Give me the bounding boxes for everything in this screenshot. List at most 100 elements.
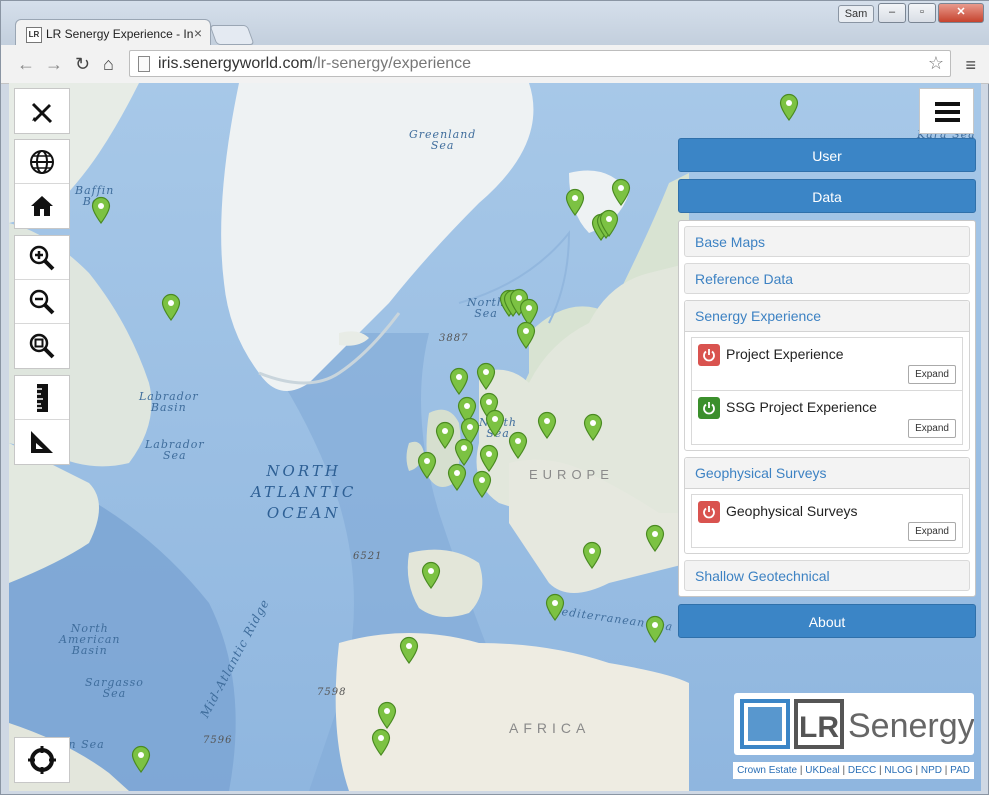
map-marker-icon[interactable] <box>537 411 557 439</box>
ruler-button[interactable] <box>15 376 69 420</box>
ruler-icon <box>37 383 48 412</box>
zoom-out-button[interactable] <box>15 280 69 324</box>
attribution-link[interactable]: PAD <box>950 765 970 776</box>
map-marker-icon[interactable] <box>545 593 565 621</box>
section-base-maps[interactable]: Base Maps <box>684 226 970 257</box>
edit-draw-icon <box>31 102 53 124</box>
about-button[interactable]: About <box>678 604 976 638</box>
map-marker-icon[interactable] <box>479 444 499 472</box>
locate-icon <box>28 746 56 774</box>
map-marker-icon[interactable] <box>645 615 665 643</box>
zoom-extent-button[interactable] <box>15 324 69 368</box>
depth-label: 6521 <box>353 551 383 562</box>
url-path: /lr-senergy/experience <box>312 55 472 72</box>
section-senergy-experience[interactable]: Senergy Experience <box>685 301 969 332</box>
senergy-experience-group: Senergy Experience Project Experience Ex… <box>684 300 970 451</box>
locate-button[interactable] <box>14 737 70 783</box>
map-canvas[interactable]: GreenlandSea BaffinBay LabradorBasin Lab… <box>9 83 981 791</box>
tab-title: LR Senergy Experience - In <box>46 27 194 41</box>
layer-project-experience: Project Experience Expand <box>691 337 963 391</box>
map-marker-icon[interactable] <box>582 541 602 569</box>
triangle-measure-icon <box>31 431 53 453</box>
home-button[interactable] <box>15 184 69 228</box>
home-icon[interactable]: ⌂ <box>103 54 114 75</box>
zoom-in-icon <box>29 245 55 270</box>
map-marker-icon[interactable] <box>472 470 492 498</box>
minimize-button[interactable]: – <box>878 3 906 23</box>
section-shallow-geotechnical[interactable]: Shallow Geotechnical <box>684 560 970 591</box>
globe-button[interactable] <box>15 140 69 184</box>
label-north-atlantic: NORTH ATLANTIC OCEAN <box>251 462 357 522</box>
map-marker-icon[interactable] <box>516 321 536 349</box>
label-north-american-basin: North American Basin <box>59 622 121 657</box>
new-tab-button[interactable] <box>209 25 255 45</box>
map-marker-icon[interactable] <box>611 178 631 206</box>
user-badge[interactable]: Sam <box>838 5 874 23</box>
map-marker-icon[interactable] <box>399 636 419 664</box>
map-marker-icon[interactable] <box>485 409 505 437</box>
address-bar[interactable]: iris.senergyworld.com/lr-senergy/experie… <box>129 50 951 77</box>
measure-tool-group <box>14 375 70 465</box>
depth-label: 3887 <box>439 333 469 344</box>
back-icon[interactable]: ← <box>17 54 35 75</box>
lr-senergy-logo: LR Senergy <box>734 693 975 755</box>
map-marker-icon[interactable] <box>565 188 585 216</box>
expand-button[interactable]: Expand <box>908 365 956 384</box>
label-greenland-sea: Greenland Sea <box>409 128 477 152</box>
map-marker-icon[interactable] <box>645 524 665 552</box>
draw-tool-group <box>14 88 70 134</box>
section-reference-data[interactable]: Reference Data <box>684 263 970 294</box>
expand-button[interactable]: Expand <box>908 419 956 438</box>
label-labrador-basin: Labrador Basin <box>139 390 199 414</box>
map-marker-icon[interactable] <box>599 209 619 237</box>
map-marker-icon[interactable] <box>435 421 455 449</box>
map-marker-icon[interactable] <box>779 93 799 121</box>
layer-toggle-button[interactable] <box>698 397 720 419</box>
layer-toggle-button[interactable] <box>698 344 720 366</box>
expand-button[interactable]: Expand <box>908 522 956 541</box>
attribution-link[interactable]: Crown Estate <box>737 765 797 776</box>
map-marker-icon[interactable] <box>371 728 391 756</box>
map-marker-icon[interactable] <box>131 745 151 773</box>
panel-toggle-button[interactable] <box>919 88 974 134</box>
map-marker-icon[interactable] <box>161 293 181 321</box>
map-marker-icon[interactable] <box>91 196 111 224</box>
zoom-in-button[interactable] <box>15 236 69 280</box>
browser-window: LR LR Senergy Experience - In × Sam – ▫ … <box>0 0 989 795</box>
map-marker-icon[interactable] <box>508 431 528 459</box>
attribution-link[interactable]: NLOG <box>884 765 912 776</box>
layer-toggle-button[interactable] <box>698 501 720 523</box>
power-icon <box>703 349 715 362</box>
attribution-link[interactable]: UKDeal <box>805 765 839 776</box>
map-marker-icon[interactable] <box>449 367 469 395</box>
depth-label: 7596 <box>203 735 233 746</box>
label-sargasso-sea: Sargasso Sea <box>85 676 144 700</box>
maximize-button[interactable]: ▫ <box>908 3 936 23</box>
map-marker-icon[interactable] <box>377 701 397 729</box>
area-measure-button[interactable] <box>15 420 69 464</box>
logo-mark: LR <box>799 711 839 744</box>
star-icon[interactable]: ☆ <box>928 53 944 74</box>
reload-icon[interactable]: ↻ <box>75 54 90 75</box>
forward-icon[interactable]: → <box>45 54 63 75</box>
map-marker-icon[interactable] <box>476 362 496 390</box>
section-geophysical-surveys[interactable]: Geophysical Surveys <box>685 458 969 489</box>
attribution-link[interactable]: NPD <box>921 765 942 776</box>
menu-icon[interactable]: ≡ <box>965 55 976 76</box>
map-marker-icon[interactable] <box>583 413 603 441</box>
power-icon <box>703 402 715 415</box>
edit-draw-button[interactable] <box>15 89 69 133</box>
user-button[interactable]: User <box>678 138 976 172</box>
tab-close-icon[interactable]: × <box>194 25 202 41</box>
browser-tab[interactable]: LR LR Senergy Experience - In × <box>15 19 211 47</box>
close-window-button[interactable]: ✕ <box>938 3 984 23</box>
data-button[interactable]: Data <box>678 179 976 213</box>
depth-label: 7598 <box>317 687 347 698</box>
map-marker-icon[interactable] <box>417 451 437 479</box>
map-marker-icon[interactable] <box>421 561 441 589</box>
map-marker-icon[interactable] <box>454 438 474 466</box>
map-marker-icon[interactable] <box>447 463 467 491</box>
attribution-link[interactable]: DECC <box>848 765 876 776</box>
nav-tool-group <box>14 139 70 229</box>
window-controls: – ▫ ✕ <box>878 3 984 23</box>
